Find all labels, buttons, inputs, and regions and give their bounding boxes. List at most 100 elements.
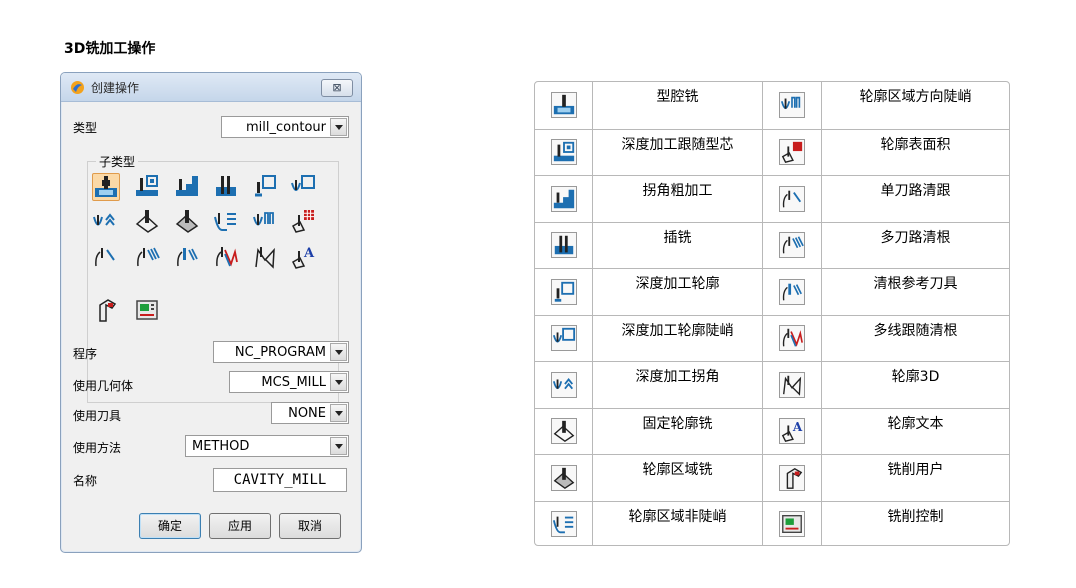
table-row: 深度加工轮廓陡峭 多线跟随清根 (535, 314, 1009, 361)
zlevel-follow-core-icon (550, 139, 577, 166)
tool-label: 使用刀具 (73, 409, 122, 423)
cancel-button[interactable]: 取消 (279, 513, 341, 539)
profile-3d-icon (779, 371, 805, 398)
page-title: 3D铣加工操作 (64, 41, 156, 57)
operation-name: 轮廓表面积 (880, 136, 951, 153)
contour-text-icon[interactable]: A (290, 244, 318, 272)
contour-area-nonsteep-icon[interactable] (213, 208, 241, 236)
ok-button[interactable]: 确定 (139, 513, 201, 539)
name-field[interactable]: CAVITY_MILL (213, 468, 347, 492)
plunge-mill-icon[interactable] (213, 173, 241, 201)
operation-name: 轮廓3D (891, 369, 940, 385)
operation-name: 轮廓文本 (887, 415, 944, 432)
fixed-contour-icon (550, 418, 577, 445)
corner-rough-icon[interactable] (174, 173, 202, 201)
program-label: 程序 (73, 347, 98, 361)
operation-name: 铣削用户 (887, 462, 944, 478)
chevron-down-icon[interactable] (330, 437, 347, 455)
type-select-value: mill_contour (246, 120, 326, 135)
zlevel-corner-icon[interactable] (92, 208, 120, 236)
dialog-titlebar[interactable]: 创建操作 ⊠ (61, 73, 361, 102)
operation-name: 清根参考刀具 (873, 276, 958, 292)
type-select[interactable]: mill_contour (221, 116, 349, 138)
operation-name: 深度加工跟随型芯 (621, 136, 734, 153)
mill-user-icon[interactable] (92, 297, 120, 325)
method-select-value: METHOD (192, 439, 250, 454)
flowcut-smooth-icon (779, 325, 805, 352)
program-select-value: NC_PROGRAM (234, 345, 326, 360)
zlevel-follow-core-icon[interactable] (134, 173, 162, 201)
chevron-down-icon[interactable] (330, 373, 347, 391)
subtype-caption: 子类型 (96, 153, 139, 170)
operation-name: 拐角粗加工 (642, 183, 713, 199)
flowcut-multiple-icon[interactable] (134, 244, 162, 272)
zlevel-corner-icon (550, 371, 577, 398)
apply-button[interactable]: 应用 (209, 513, 271, 539)
contour-area-dir-steep-icon[interactable] (252, 208, 280, 236)
mill-user-icon (779, 464, 805, 491)
mill-control-icon[interactable] (134, 297, 162, 325)
operation-name: 深度加工轮廓陡峭 (621, 322, 734, 339)
contour-area-icon[interactable] (174, 208, 202, 236)
tool-select[interactable]: NONE (271, 402, 349, 424)
tool-select-value: NONE (288, 406, 326, 421)
create-operation-dialog: 创建操作 ⊠ 类型 mill_contour 子类型 A 程序 NC_PROGR… (60, 72, 362, 553)
plunge-mill-icon (550, 232, 577, 259)
contour-area-dir-steep-icon (779, 92, 805, 119)
table-row: 轮廓区域非陡峭 铣削控制 (535, 500, 1009, 545)
close-button[interactable]: ⊠ (321, 79, 353, 97)
cavity-mill-icon[interactable] (92, 173, 120, 201)
zlevel-profile-steep-icon[interactable] (290, 173, 318, 201)
name-label: 名称 (73, 474, 98, 488)
dialog-title: 创建操作 (91, 81, 140, 95)
method-label: 使用方法 (73, 441, 122, 455)
table-row: 深度加工跟随型芯 轮廓表面积 (535, 128, 1009, 175)
flowcut-ref-tool-icon (779, 278, 805, 305)
chevron-down-icon[interactable] (330, 118, 347, 136)
operation-name: 插铣 (663, 229, 692, 246)
operation-name: 轮廓区域非陡峭 (628, 508, 727, 525)
table-row: 深度加工拐角 轮廓3D (535, 361, 1009, 408)
method-select[interactable]: METHOD (185, 435, 349, 457)
contour-area-icon (550, 464, 577, 491)
table-row: 深度加工轮廓 清根参考刀具 (535, 268, 1009, 315)
table-row: 轮廓区域铣 铣削用户 (535, 454, 1009, 501)
operation-name: 深度加工拐角 (635, 369, 720, 385)
mill-control-icon (779, 511, 805, 538)
create-operation-icon (71, 81, 84, 94)
profile-3d-icon[interactable] (252, 244, 280, 272)
operation-name: 轮廓区域方向陡峭 (859, 89, 972, 105)
operation-table: 型腔铣 轮廓区域方向陡峭 深度加工跟随型芯 轮廓表面积 拐角粗加工 单刀路清跟 … (534, 81, 1010, 546)
operation-name: 固定轮廓铣 (642, 415, 713, 432)
corner-rough-icon (550, 185, 577, 212)
chevron-down-icon[interactable] (330, 404, 347, 422)
zlevel-profile-steep-icon (550, 325, 577, 352)
svg-text:A: A (303, 246, 315, 261)
table-row: 拐角粗加工 单刀路清跟 (535, 175, 1009, 222)
contour-text-icon: A (779, 418, 805, 445)
zlevel-profile-icon[interactable] (252, 173, 280, 201)
chevron-down-icon[interactable] (330, 343, 347, 361)
fixed-contour-icon[interactable] (134, 208, 162, 236)
cavity-mill-icon (550, 92, 577, 119)
type-label: 类型 (73, 121, 98, 135)
geometry-select-value: MCS_MILL (261, 375, 326, 390)
geometry-select[interactable]: MCS_MILL (229, 371, 349, 393)
zlevel-profile-icon (550, 278, 577, 305)
operation-name: 铣削控制 (887, 508, 944, 525)
operation-name: 轮廓区域铣 (642, 462, 713, 478)
contour-surface-area-icon (779, 139, 805, 166)
flowcut-smooth-icon[interactable] (213, 244, 241, 272)
flowcut-single-icon (779, 185, 805, 212)
contour-area-nonsteep-icon (550, 511, 577, 538)
contour-surface-area-icon[interactable] (290, 208, 318, 236)
program-select[interactable]: NC_PROGRAM (213, 341, 349, 363)
operation-name: 单刀路清跟 (880, 183, 951, 199)
table-row: 插铣 多刀路清根 (535, 221, 1009, 268)
table-row: 固定轮廓铣 A 轮廓文本 (535, 407, 1009, 454)
geometry-label: 使用几何体 (73, 379, 134, 393)
operation-name: 多刀路清根 (880, 229, 951, 246)
flowcut-ref-tool-icon[interactable] (174, 244, 202, 272)
flowcut-single-icon[interactable] (92, 244, 120, 272)
flowcut-multiple-icon (779, 232, 805, 259)
